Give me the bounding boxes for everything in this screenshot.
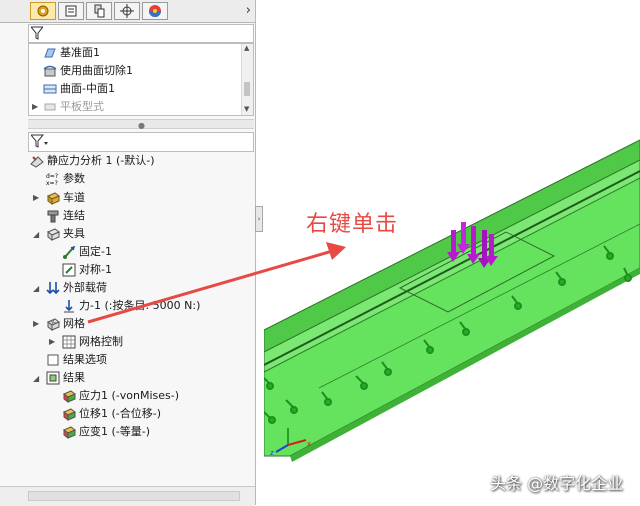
- annotation-arrow: [87, 242, 346, 324]
- annotation-text: 右键单击: [306, 212, 399, 237]
- watermark-text: 头条 @数字化企业: [490, 474, 624, 493]
